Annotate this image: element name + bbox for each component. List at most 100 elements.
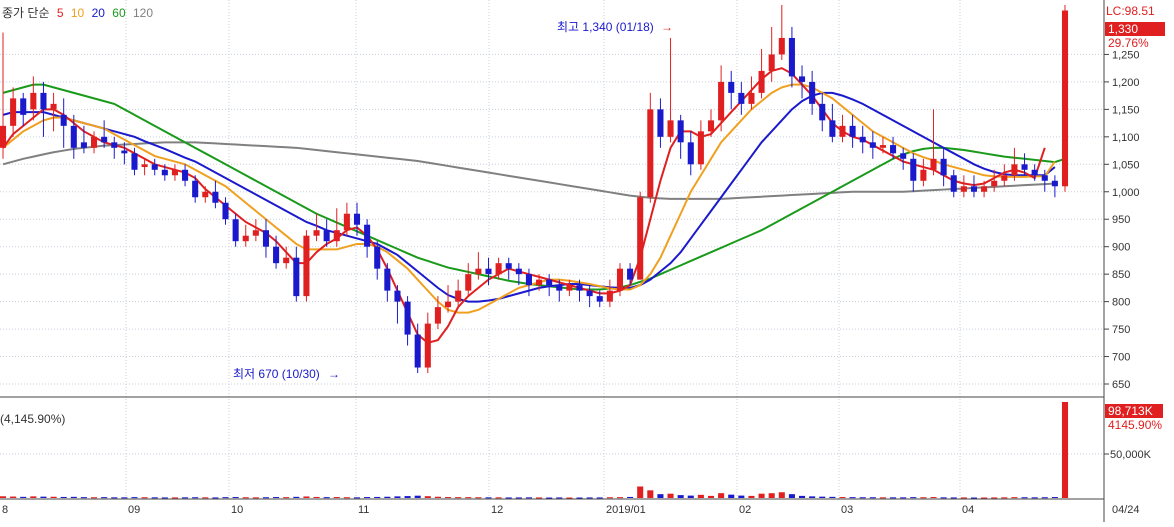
time-label: 09 (128, 504, 140, 516)
volume-bar (829, 496, 836, 498)
high-annotation: 최고 1,340 (01/18) (557, 20, 654, 34)
current-change-label: 29.76% (1108, 36, 1149, 50)
volume-bar (1031, 497, 1038, 499)
volume-bar (950, 497, 957, 499)
volume-bar (809, 496, 816, 498)
candle-body (495, 263, 502, 275)
candle-body (768, 54, 775, 71)
price-tick-label: 1,250 (1112, 49, 1140, 61)
candle-body (30, 92, 37, 110)
volume-bar (374, 496, 381, 498)
candle-body (353, 213, 361, 225)
volume-bar (80, 497, 87, 499)
volume-bar (596, 497, 603, 499)
volume-bar (566, 497, 573, 499)
candle-body (667, 120, 674, 137)
candle-body (1031, 169, 1038, 176)
volume-bar (141, 497, 148, 499)
volume-bar (192, 497, 199, 499)
volume-bar (465, 497, 472, 499)
candle-body (566, 285, 573, 291)
candle-body (869, 142, 876, 148)
candle-body (707, 120, 715, 132)
candle-body (313, 230, 320, 236)
candle-body (262, 230, 270, 247)
volume-bar (546, 497, 553, 499)
candle-body (131, 153, 138, 170)
candle-body (859, 136, 866, 143)
volume-bar (707, 495, 715, 498)
chart-canvas[interactable]: 1,250 1,200 1,150 1,100 1,050 1,000 950 900 850 8… (0, 0, 1174, 522)
price-tick-label: 700 (1112, 352, 1130, 364)
volume-bar (758, 493, 765, 498)
candle-body (252, 230, 259, 236)
legend-ma120: 120 (133, 6, 153, 20)
volume-bar (475, 497, 482, 499)
candle-body (738, 92, 745, 104)
volume-bar (242, 497, 249, 499)
time-label: 03 (841, 504, 853, 516)
legend-ma20: 20 (92, 6, 106, 20)
volume-bar (687, 495, 694, 498)
candle-body (151, 164, 158, 170)
volume-bar (455, 497, 462, 499)
candle-body (323, 230, 330, 242)
candle-body (121, 150, 128, 154)
volume-bar (788, 494, 795, 498)
price-tick-label: 1,100 (1112, 132, 1140, 144)
volume-bar (930, 497, 937, 499)
current-volume-ratio: 4145.90% (1108, 418, 1162, 432)
candle-body (404, 301, 411, 335)
candle-body (991, 180, 998, 187)
volume-bar (1041, 497, 1048, 499)
volume-bar (161, 497, 168, 499)
volume-bar (131, 497, 138, 499)
time-label: 10 (231, 504, 243, 516)
volume-bar (262, 497, 270, 499)
volume-bar (637, 486, 644, 498)
candle-body (879, 145, 886, 148)
volume-bar (960, 497, 967, 499)
price-tick-label: 950 (1112, 214, 1130, 226)
volume-bar (1011, 497, 1018, 499)
price-tick-label: 750 (1112, 324, 1130, 336)
volume-bar (353, 497, 361, 499)
candle-body (475, 268, 482, 275)
volume-tick-label: 50,000K (1110, 449, 1152, 461)
candle-body (333, 230, 340, 242)
candle-body (890, 145, 897, 154)
candle-body (90, 136, 98, 148)
candle-body (192, 180, 199, 198)
time-label: 12 (491, 504, 503, 516)
stock-chart: 1,250 1,200 1,150 1,100 1,050 1,000 950 900 850 8… (0, 0, 1174, 522)
candle-body (809, 81, 816, 104)
candle-body (1011, 164, 1018, 176)
candle-body (546, 279, 553, 286)
volume-bar (364, 497, 371, 499)
legend-ma10: 10 (71, 6, 85, 20)
candle-body (141, 164, 148, 168)
candle-body (283, 257, 290, 264)
price-tick-label: 1,150 (1112, 104, 1140, 116)
volume-bar (1021, 497, 1028, 499)
candle-body (819, 103, 826, 121)
candle-body (161, 169, 168, 176)
candle-body (80, 142, 87, 148)
candle-body (293, 257, 300, 297)
volume-bar (404, 496, 411, 498)
candle-body (900, 153, 907, 159)
candle-body (788, 37, 795, 77)
candle-body (505, 263, 512, 269)
volume-bar (495, 497, 502, 499)
volume-bar (606, 497, 613, 499)
volume-bar (505, 497, 512, 499)
candle-body (647, 109, 654, 198)
candle-body (849, 125, 856, 137)
candle-body (434, 307, 441, 324)
volume-bar (536, 497, 543, 499)
volume-bar (60, 496, 67, 498)
volume-bar (819, 496, 826, 498)
low-annotation: 최저 670 (10/30) (233, 367, 320, 381)
candle-body (20, 98, 27, 115)
candle-body (657, 109, 664, 137)
